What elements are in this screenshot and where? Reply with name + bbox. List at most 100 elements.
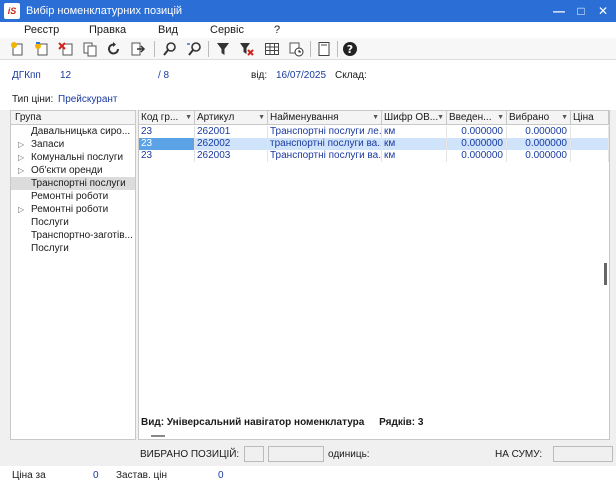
column-header-label: Артикул: [197, 112, 235, 123]
table-row[interactable]: 23 262001 Транспортні послуги ле... км 0.000…: [139, 126, 609, 138]
column-header-label: Ціна: [573, 112, 594, 123]
horizontal-scrollbar[interactable]: [151, 435, 165, 437]
group-tree-item[interactable]: Ремонтні роботи: [11, 190, 135, 203]
search-icon[interactable]: [160, 40, 180, 58]
table-row[interactable]: 23 262003 Транспортні послуги ва... км 0.000…: [139, 150, 609, 162]
group-tree-item-label: Послуги: [31, 217, 69, 228]
table-cell[interactable]: 0.000000: [447, 126, 507, 138]
price-value: 0: [93, 470, 99, 481]
clear-filter-icon[interactable]: [236, 40, 256, 58]
items-grid: Код гр... ▼ Артикул ▼ Найменування ▼ Шифр ОВ..…: [138, 110, 610, 440]
copy-icon[interactable]: [80, 40, 100, 58]
help-icon[interactable]: ?: [340, 40, 360, 58]
column-header[interactable]: Найменування ▼: [268, 111, 382, 125]
title-bar: iS Вибір номенклатурних позицій — □ ✕: [0, 0, 616, 22]
sort-dropdown-icon[interactable]: ▼: [437, 111, 444, 124]
chevron-right-icon[interactable]: ▷: [18, 151, 24, 164]
price-type-value: Прейскурант: [58, 94, 118, 105]
window-title: Вибір номенклатурних позицій: [26, 5, 183, 17]
accounting-price-label: Застав. цін: [116, 470, 167, 481]
price-label: Ціна за: [12, 470, 46, 481]
table-cell[interactable]: Транспортні послуги ле...: [268, 126, 382, 138]
toolbar: ?: [0, 38, 616, 60]
create-copy-icon[interactable]: [32, 40, 52, 58]
column-header[interactable]: Введен... ▼: [447, 111, 507, 125]
table-cell[interactable]: 0.000000: [447, 138, 507, 150]
table-cell[interactable]: км: [382, 138, 447, 150]
close-button[interactable]: ✕: [594, 2, 612, 20]
column-header-label: Код гр...: [141, 112, 179, 123]
search-next-icon[interactable]: [184, 40, 204, 58]
menu-registry[interactable]: Реєстр: [24, 24, 59, 36]
sort-dropdown-icon[interactable]: ▼: [561, 111, 568, 124]
sort-dropdown-icon[interactable]: ▼: [372, 111, 379, 124]
table-cell[interactable]: 0.000000: [447, 150, 507, 162]
table-cell[interactable]: 23: [139, 126, 195, 138]
group-tree-item[interactable]: ▷ Ремонтні роботи: [11, 203, 135, 216]
column-header[interactable]: Ціна: [571, 111, 609, 125]
export-icon[interactable]: [128, 40, 148, 58]
sort-dropdown-icon[interactable]: ▼: [497, 111, 504, 124]
sort-dropdown-icon[interactable]: ▼: [185, 111, 192, 124]
table-cell[interactable]: 0.000000: [507, 138, 571, 150]
rows-count: Рядків: 3: [379, 417, 424, 428]
chevron-right-icon[interactable]: ▷: [18, 138, 24, 151]
menu-service[interactable]: Сервіс: [210, 24, 244, 36]
menu-view[interactable]: Вид: [158, 24, 178, 36]
chevron-right-icon[interactable]: ▷: [18, 203, 24, 216]
table-cell[interactable]: 262003: [195, 150, 268, 162]
table-cell[interactable]: 0.000000: [507, 126, 571, 138]
refresh-icon[interactable]: [104, 40, 124, 58]
table-icon[interactable]: [262, 40, 282, 58]
maximize-button[interactable]: □: [572, 2, 590, 20]
filter-icon[interactable]: [213, 40, 233, 58]
group-tree-item-label: Ремонтні роботи: [31, 191, 109, 202]
group-tree-item[interactable]: Давальницька сиро...: [11, 125, 135, 138]
selected-positions-label: ВИБРАНО ПОЗИЦІЙ:: [140, 449, 240, 460]
group-tree-item-label: Комунальні послуги: [31, 152, 124, 163]
group-tree-panel: Група Давальницька сиро... ▷ Запаси ▷ Комуна…: [10, 110, 136, 440]
table-cell[interactable]: Транспортні послуги ва...: [268, 150, 382, 162]
table-cell[interactable]: км: [382, 150, 447, 162]
table-cell[interactable]: 23: [139, 138, 195, 150]
sort-dropdown-icon[interactable]: ▼: [258, 111, 265, 124]
view-name: Вид: Універсальний навігатор номенклатур…: [141, 417, 365, 428]
group-tree-item[interactable]: ▷ Комунальні послуги: [11, 151, 135, 164]
column-header-label: Шифр ОВ...: [384, 112, 439, 123]
table-cell[interactable]: транспортні послуги ва...: [268, 138, 382, 150]
group-tree-item[interactable]: ▷ Об'єкти оренди: [11, 164, 135, 177]
calendar-clock-icon[interactable]: [286, 40, 306, 58]
group-tree-item[interactable]: Послуги: [11, 242, 135, 255]
table-cell[interactable]: 262002: [195, 138, 268, 150]
menu-edit[interactable]: Правка: [89, 24, 126, 36]
grid-footer: Вид: Універсальний навігатор номенклатур…: [141, 417, 423, 428]
menu-bar: Реєстр Правка Вид Сервіс ?: [0, 22, 616, 38]
column-header[interactable]: Код гр... ▼: [139, 111, 195, 125]
table-row[interactable]: 23 262002 транспортні послуги ва... км 0.000…: [139, 138, 609, 150]
group-tree-list: Давальницька сиро... ▷ Запаси ▷ Комунальні п…: [11, 125, 135, 255]
group-tree-item[interactable]: ▷ Запаси: [11, 138, 135, 151]
chevron-right-icon[interactable]: ▷: [18, 164, 24, 177]
menu-help[interactable]: ?: [274, 24, 280, 36]
delete-icon[interactable]: [56, 40, 76, 58]
table-cell[interactable]: км: [382, 126, 447, 138]
table-cell[interactable]: [571, 138, 609, 150]
table-cell[interactable]: [571, 150, 609, 162]
table-cell[interactable]: [571, 126, 609, 138]
accounting-price-value: 0: [218, 470, 224, 481]
create-icon[interactable]: [8, 40, 28, 58]
group-tree-item[interactable]: Послуги: [11, 216, 135, 229]
vertical-scrollbar[interactable]: [604, 263, 607, 285]
column-header[interactable]: Шифр ОВ... ▼: [382, 111, 447, 125]
table-cell[interactable]: 262001: [195, 126, 268, 138]
document-icon[interactable]: [314, 40, 334, 58]
table-cell[interactable]: 0.000000: [507, 150, 571, 162]
doc-number: 12: [60, 70, 72, 81]
group-tree-item[interactable]: Транспортні послуги: [11, 177, 135, 190]
column-header[interactable]: Артикул ▼: [195, 111, 268, 125]
group-tree-item[interactable]: Транспортно-заготів...: [11, 229, 135, 242]
column-header[interactable]: Вибрано ▼: [507, 111, 571, 125]
table-cell[interactable]: 23: [139, 150, 195, 162]
selection-summary: ВИБРАНО ПОЗИЦІЙ: одиниць: НА СУМУ:: [138, 445, 616, 463]
minimize-button[interactable]: —: [550, 2, 568, 20]
